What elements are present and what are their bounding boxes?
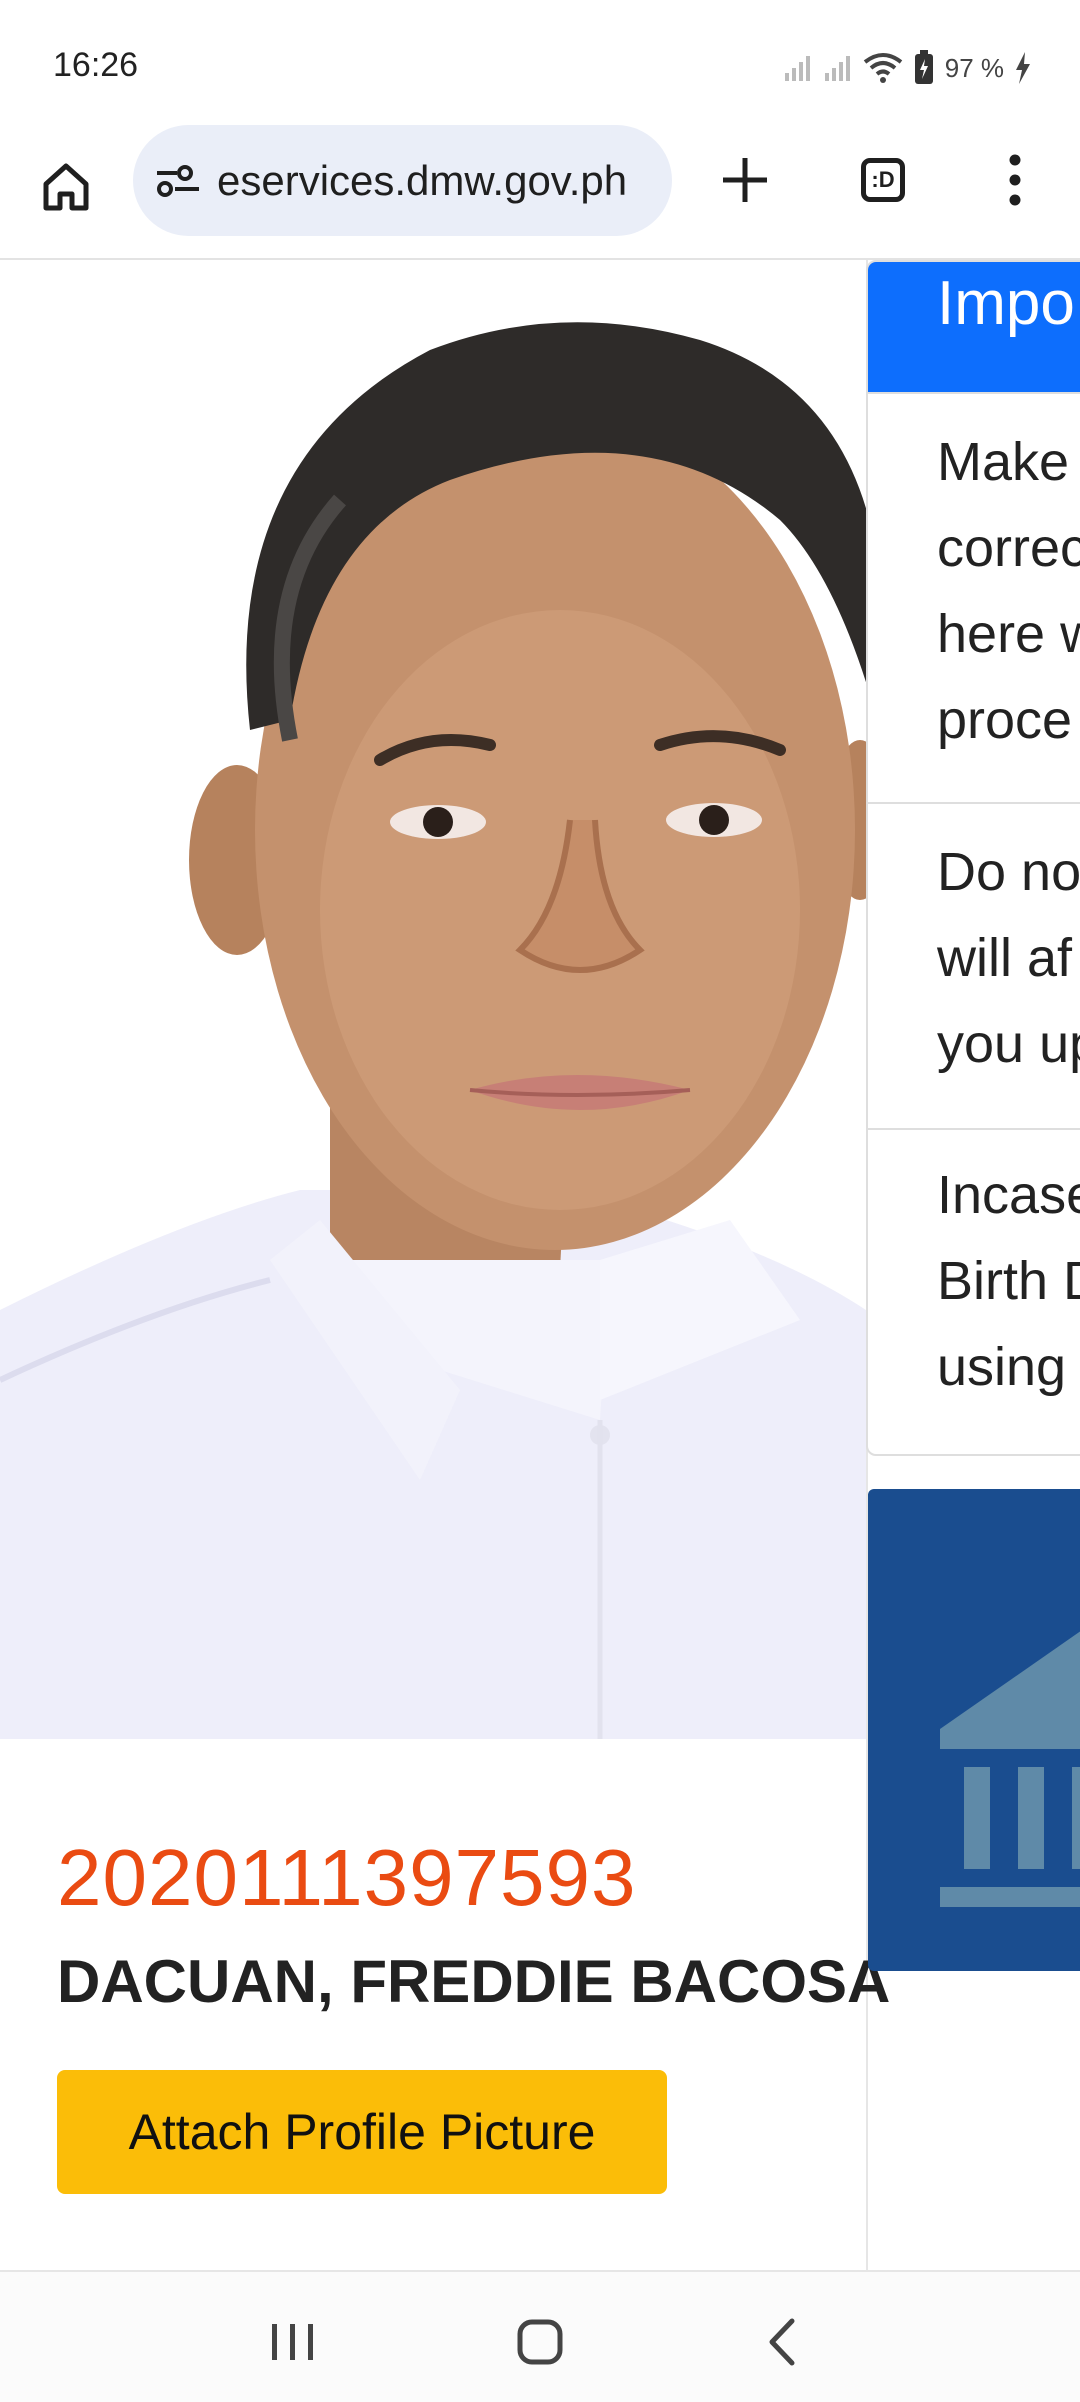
recents-button[interactable] bbox=[253, 2302, 333, 2382]
profile-card: 2020111397593 DACUAN, FREDDIE BACOSA Att… bbox=[0, 260, 890, 2270]
bank-card[interactable] bbox=[868, 1489, 1080, 1971]
wifi-icon bbox=[863, 53, 902, 83]
status-time: 16:26 bbox=[53, 46, 139, 84]
url-text[interactable]: eservices.dmw.gov.ph bbox=[217, 157, 627, 205]
important-notes-panel: Impo Make correc here w proce Do no will… bbox=[866, 260, 1080, 1456]
more-vert-icon bbox=[1009, 154, 1021, 206]
note-text: Incase Birth D using bbox=[937, 1165, 1080, 1397]
home-button[interactable] bbox=[30, 150, 102, 222]
note-item: Incase Birth D using bbox=[868, 1128, 1080, 1454]
tab-switcher-button[interactable]: :D bbox=[850, 147, 916, 213]
back-icon bbox=[769, 2318, 795, 2366]
note-text: Do no will af you up bbox=[937, 842, 1080, 1074]
battery-icon bbox=[914, 50, 933, 84]
home-icon bbox=[43, 163, 89, 211]
back-button[interactable] bbox=[742, 2302, 822, 2382]
plus-icon bbox=[723, 158, 767, 202]
home-nav-button[interactable] bbox=[500, 2302, 580, 2382]
site-settings-icon[interactable] bbox=[153, 156, 203, 206]
status-icons: 97 % bbox=[783, 48, 1032, 88]
note-item: Do no will af you up bbox=[868, 802, 1080, 1130]
page-content: 2020111397593 DACUAN, FREDDIE BACOSA Att… bbox=[0, 260, 1080, 2270]
important-title: Impo bbox=[937, 269, 1075, 338]
bank-icon bbox=[940, 1631, 1080, 1907]
battery-percent: 97 % bbox=[944, 52, 1004, 83]
important-header: Impo bbox=[868, 262, 1080, 392]
home-nav-icon bbox=[517, 2319, 563, 2365]
browser-toolbar: eservices.dmw.gov.ph :D bbox=[0, 120, 1080, 260]
note-item: Make correc here w proce bbox=[868, 392, 1080, 804]
charging-icon bbox=[1016, 52, 1030, 84]
status-bar: 16:26 97 % bbox=[0, 0, 1080, 120]
address-bar[interactable]: eservices.dmw.gov.ph bbox=[133, 125, 672, 236]
attach-profile-picture-button[interactable]: Attach Profile Picture bbox=[57, 2070, 667, 2194]
navigation-bar bbox=[0, 2270, 1080, 2402]
signal-icon bbox=[784, 56, 810, 81]
tabs-icon: :D bbox=[861, 158, 905, 202]
note-text: Make correc here w proce bbox=[937, 432, 1080, 750]
profile-photo bbox=[0, 260, 866, 1739]
signal-icon-2 bbox=[824, 56, 850, 81]
more-menu-button[interactable] bbox=[980, 145, 1050, 215]
recents-icon bbox=[272, 2324, 313, 2360]
account-id: 2020111397593 bbox=[57, 1833, 637, 1922]
new-tab-button[interactable] bbox=[710, 145, 780, 215]
full-name: DACUAN, FREDDIE BACOSA bbox=[57, 1948, 891, 2015]
